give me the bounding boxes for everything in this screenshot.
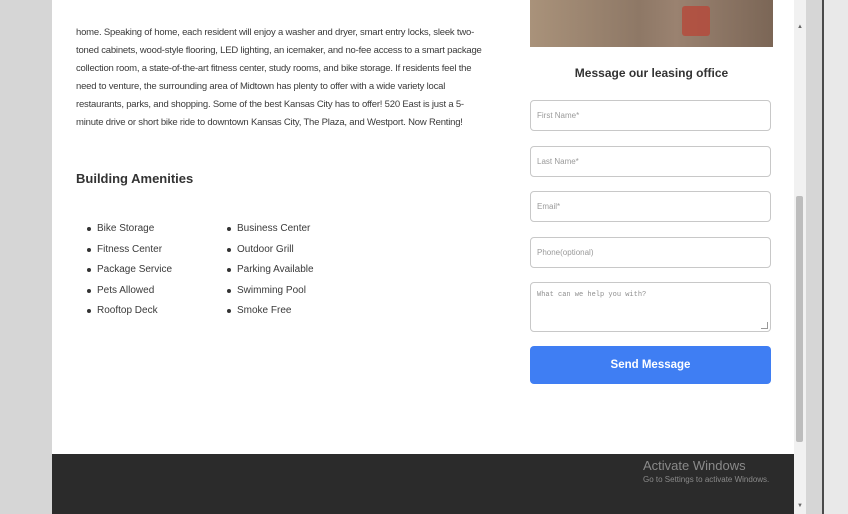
amenity-item: Fitness Center: [86, 240, 172, 261]
page-content: home. Speaking of home, each resident wi…: [52, 0, 794, 454]
message-textarea[interactable]: What can we help you with?: [530, 282, 771, 332]
watermark-title: Activate Windows: [643, 458, 746, 473]
amenity-item: Rooftop Deck: [86, 301, 172, 322]
amenity-item: Outdoor Grill: [226, 240, 314, 261]
amenities-list-1: Bike Storage Fitness Center Package Serv…: [86, 219, 172, 322]
phone-field[interactable]: Phone(optional): [530, 237, 771, 268]
scrollbar-thumb[interactable]: [796, 196, 803, 442]
scroll-down-arrow-icon[interactable]: ▼: [797, 503, 803, 509]
amenities-heading: Building Amenities: [76, 171, 194, 186]
scroll-up-arrow-icon[interactable]: ▲: [797, 24, 803, 30]
property-description: home. Speaking of home, each resident wi…: [76, 27, 482, 128]
cut-off-text: [76, 4, 336, 14]
amenity-item: Bike Storage: [86, 219, 172, 240]
amenity-item: Smoke Free: [226, 301, 314, 322]
vertical-scrollbar[interactable]: ▲ ▼: [794, 0, 806, 514]
email-field[interactable]: Email*: [530, 191, 771, 222]
message-placeholder: What can we help you with?: [537, 291, 647, 299]
resize-handle-icon[interactable]: [761, 322, 768, 329]
amenity-item: Package Service: [86, 260, 172, 281]
first-name-field[interactable]: First Name*: [530, 100, 771, 131]
amenity-item: Swimming Pool: [226, 281, 314, 302]
watermark-subtitle: Go to Settings to activate Windows.: [643, 475, 770, 484]
amenity-item: Parking Available: [226, 260, 314, 281]
contact-form-title: Message our leasing office: [574, 66, 729, 80]
photo-detail: [682, 6, 710, 36]
activate-windows-watermark: Activate Windows Go to Settings to activ…: [643, 458, 769, 484]
send-message-button[interactable]: Send Message: [530, 346, 771, 384]
amenity-item: Business Center: [226, 219, 314, 240]
amenities-list-2: Business Center Outdoor Grill Parking Av…: [226, 219, 314, 322]
amenity-item: Pets Allowed: [86, 281, 172, 302]
window-edge: [822, 0, 848, 514]
property-photo: [530, 0, 773, 47]
last-name-field[interactable]: Last Name*: [530, 146, 771, 177]
